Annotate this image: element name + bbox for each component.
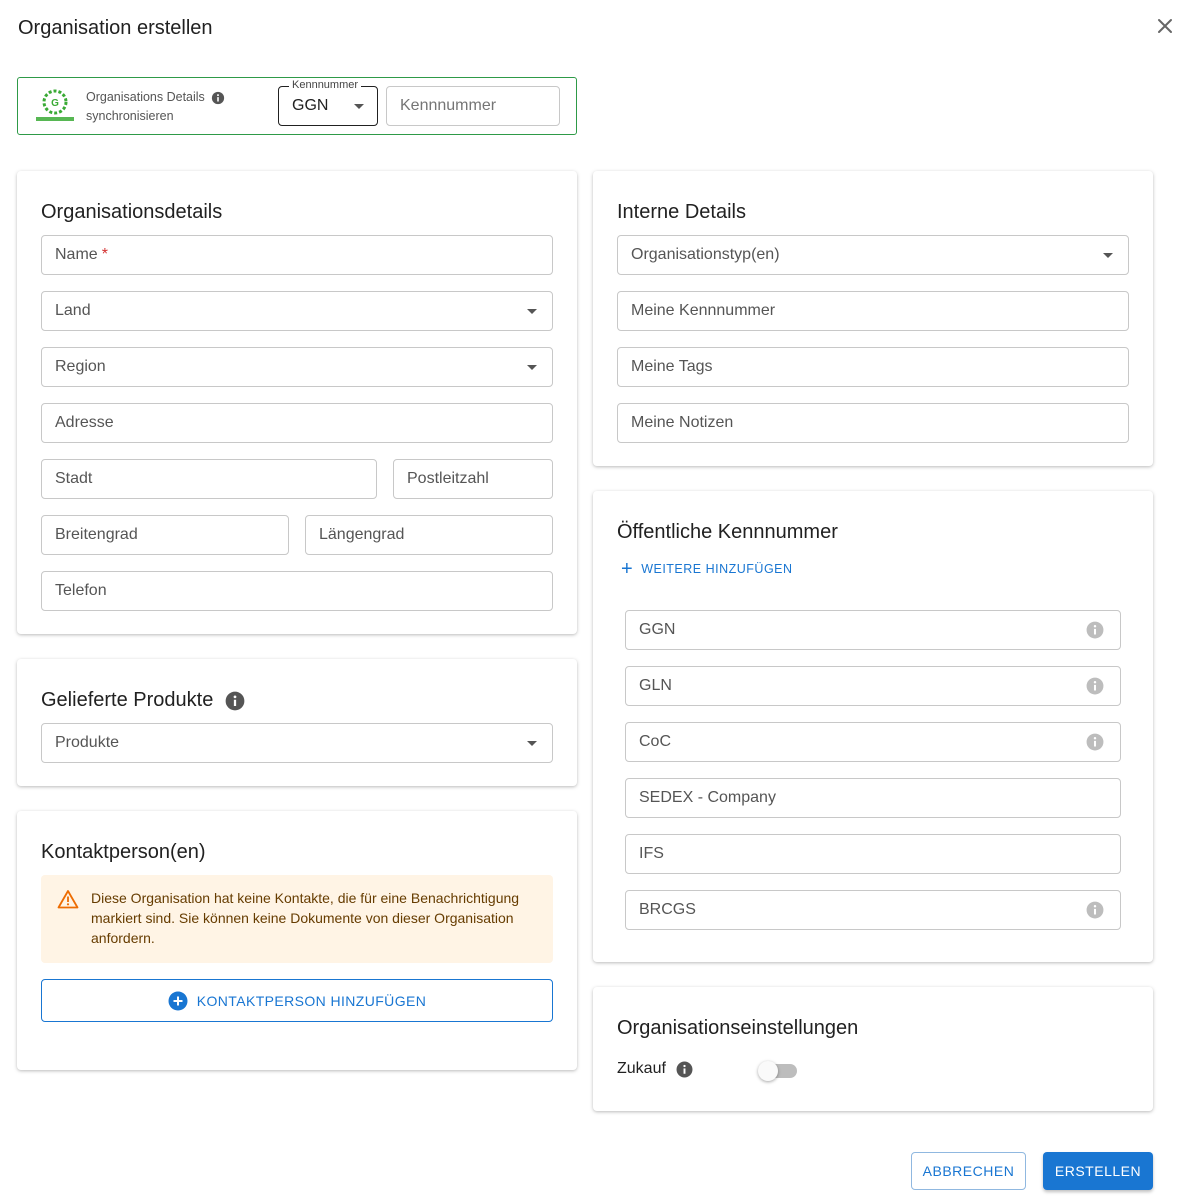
my-id-field[interactable]: Meine Kennnummer — [617, 291, 1129, 331]
kennnummer-input[interactable]: Kennnummer — [386, 86, 560, 126]
sync-label-line2: synchronisieren — [86, 109, 174, 123]
card-title: Interne Details — [617, 201, 746, 223]
card-title: Öffentliche Kennnummer — [617, 521, 838, 543]
info-icon[interactable] — [1086, 621, 1104, 639]
card-title: Organisationseinstellungen — [617, 1017, 859, 1039]
public-id-field-ifs[interactable]: IFS — [625, 834, 1121, 874]
warning-text: Diese Organisation hat keine Kontakte, d… — [91, 890, 520, 946]
info-icon[interactable] — [1086, 677, 1104, 695]
public-ids-card: Öffentliche Kennnummer + WEITERE HINZUFÜ… — [593, 491, 1153, 962]
globalgap-logo: G — [36, 89, 74, 121]
create-button[interactable]: ERSTELLEN — [1043, 1152, 1153, 1190]
card-title: Gelieferte Produkte — [41, 689, 245, 712]
card-title: Kontaktperson(en) — [41, 841, 206, 863]
products-title: Gelieferte Produkte — [41, 689, 214, 711]
info-icon[interactable] — [1086, 901, 1104, 919]
contact-persons-card: Kontaktperson(en) Diese Organisation hat… — [17, 811, 577, 1070]
add-more-label: WEITERE HINZUFÜGEN — [641, 562, 793, 576]
no-contacts-warning: Diese Organisation hat keine Kontakte, d… — [41, 875, 553, 963]
add-contact-label: KONTAKTPERSON HINZUFÜGEN — [196, 992, 427, 1009]
city-field[interactable]: Stadt — [41, 459, 377, 499]
chevron-down-icon — [527, 741, 537, 746]
kennnummer-select-legend: Kennnummer — [289, 79, 362, 91]
close-icon[interactable] — [1153, 14, 1177, 38]
products-select[interactable]: Produkte — [41, 723, 553, 763]
organisation-settings-card: Organisationseinstellungen Zukauf — [593, 987, 1153, 1111]
zukauf-row: Zukauf — [617, 1060, 693, 1078]
info-icon[interactable] — [225, 691, 245, 711]
region-select[interactable]: Region — [41, 347, 553, 387]
internal-details-card: Interne Details Organisationstyp(en) Mei… — [593, 171, 1153, 466]
kennnummer-type-select[interactable]: Kennnummer GGN — [278, 79, 378, 126]
my-tags-field[interactable]: Meine Tags — [617, 347, 1129, 387]
chevron-down-icon — [1103, 253, 1113, 258]
sync-label-line1: Organisations Details — [86, 90, 205, 104]
kennnummer-select-value: GGN — [292, 97, 329, 114]
globalgap-sync-panel: G Organisations Details synchronisieren … — [17, 77, 577, 135]
chevron-down-icon — [527, 365, 537, 370]
address-field[interactable]: Adresse — [41, 403, 553, 443]
svg-text:G: G — [51, 98, 59, 109]
card-title: Organisationsdetails — [41, 201, 223, 223]
public-id-field-brcgs[interactable]: BRCGS — [625, 890, 1121, 930]
my-notes-field[interactable]: Meine Notizen — [617, 403, 1129, 443]
warning-triangle-icon — [57, 890, 79, 909]
info-icon[interactable] — [1086, 733, 1104, 751]
chevron-down-icon — [354, 104, 364, 109]
public-id-field-ggn[interactable]: GGN — [625, 610, 1121, 650]
sync-label: Organisations Details synchronisieren — [86, 88, 225, 126]
zukauf-toggle[interactable] — [758, 1061, 797, 1081]
zukauf-label: Zukauf — [617, 1060, 666, 1077]
latitude-field[interactable]: Breitengrad — [41, 515, 289, 555]
longitude-field[interactable]: Längengrad — [305, 515, 553, 555]
public-id-field-gln[interactable]: GLN — [625, 666, 1121, 706]
add-more-button[interactable]: + WEITERE HINZUFÜGEN — [621, 558, 793, 580]
public-id-field-sedex[interactable]: SEDEX - Company — [625, 778, 1121, 818]
required-marker: * — [101, 246, 108, 263]
postal-code-field[interactable]: Postleitzahl — [393, 459, 553, 499]
dialog-title: Organisation erstellen — [18, 17, 213, 39]
toggle-knob — [758, 1061, 778, 1081]
cancel-button[interactable]: ABBRECHEN — [911, 1152, 1026, 1190]
delivered-products-card: Gelieferte Produkte Produkte — [17, 659, 577, 786]
chevron-down-icon — [527, 309, 537, 314]
info-icon[interactable] — [211, 91, 225, 105]
plus-circle-icon — [168, 991, 188, 1010]
organisation-types-select[interactable]: Organisationstyp(en) — [617, 235, 1129, 275]
add-contact-button[interactable]: KONTAKTPERSON HINZUFÜGEN — [41, 979, 553, 1022]
country-select[interactable]: Land — [41, 291, 553, 331]
organisation-details-card: Organisationsdetails Name * Land Region A… — [17, 171, 577, 634]
plus-icon: + — [621, 558, 634, 580]
public-id-field-coc[interactable]: CoC — [625, 722, 1121, 762]
name-field[interactable]: Name * — [41, 235, 553, 275]
phone-field[interactable]: Telefon — [41, 571, 553, 611]
info-icon[interactable] — [676, 1061, 693, 1078]
